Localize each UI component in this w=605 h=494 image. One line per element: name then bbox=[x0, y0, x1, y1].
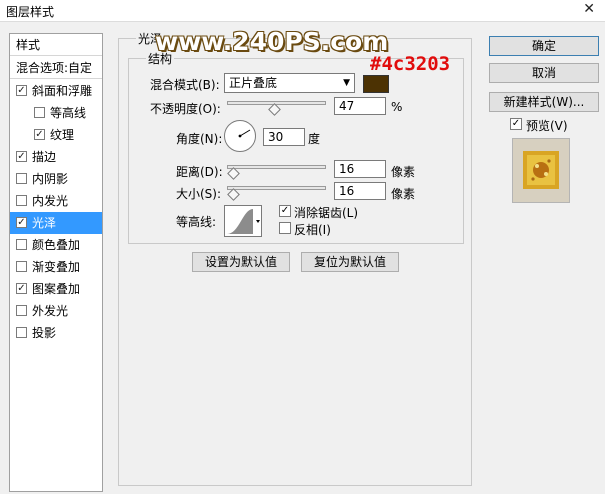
size-slider-track[interactable] bbox=[227, 186, 326, 190]
style-list-item[interactable]: 内阴影 bbox=[10, 168, 102, 190]
antialias-label: 消除锯齿(L) bbox=[294, 206, 359, 220]
invert-checkbox[interactable] bbox=[279, 222, 291, 234]
style-list-label: 斜面和浮雕 bbox=[32, 84, 93, 98]
satin-color-swatch[interactable] bbox=[363, 75, 389, 93]
check-icon: ✓ bbox=[35, 129, 44, 140]
reset-default-button[interactable]: 复位为默认值 bbox=[301, 252, 399, 272]
contour-picker[interactable] bbox=[224, 205, 262, 237]
style-list-label: 渐变叠加 bbox=[32, 260, 81, 274]
check-icon: ✓ bbox=[280, 205, 290, 216]
style-list-item[interactable]: 颜色叠加 bbox=[10, 234, 102, 256]
new-style-button[interactable]: 新建样式(W)... bbox=[489, 92, 599, 112]
style-list-checkbox[interactable] bbox=[16, 305, 27, 316]
style-list-item[interactable]: 内发光 bbox=[10, 190, 102, 212]
blend-mode-dropdown[interactable]: 正片叠底 ▼ bbox=[224, 73, 355, 93]
opacity-input[interactable]: 47 bbox=[334, 97, 386, 115]
cancel-button[interactable]: 取消 bbox=[489, 63, 599, 83]
style-list: 样式 混合选项:自定 ✓ 斜面和浮雕等高线 ✓ 纹理 ✓ 描边内阴影内发光 ✓ 光泽颜色叠加渐… bbox=[9, 33, 103, 492]
watermark-hex: #4c3203 bbox=[370, 53, 451, 75]
size-label: 大小(S): bbox=[176, 187, 222, 201]
style-list-checkbox[interactable] bbox=[16, 195, 27, 206]
style-list-checkbox[interactable]: ✓ bbox=[16, 217, 27, 228]
preview-checkbox[interactable]: ✓ bbox=[510, 118, 522, 130]
style-list-checkbox[interactable] bbox=[34, 107, 45, 118]
style-list-item[interactable]: ✓ 纹理 bbox=[10, 124, 102, 146]
angle-unit: 度 bbox=[308, 132, 321, 146]
contour-curve-icon bbox=[227, 209, 260, 234]
check-icon: ✓ bbox=[17, 85, 26, 96]
style-list-label: 外发光 bbox=[32, 304, 69, 318]
style-list-label: 等高线 bbox=[50, 106, 87, 120]
style-list-checkbox[interactable] bbox=[16, 173, 27, 184]
style-list-label: 投影 bbox=[32, 326, 57, 340]
style-list-label: 内发光 bbox=[32, 194, 69, 208]
check-icon: ✓ bbox=[17, 217, 26, 228]
style-preview-thumbnail bbox=[512, 138, 570, 203]
antialias-checkbox[interactable]: ✓ bbox=[279, 205, 291, 217]
style-list-checkbox[interactable] bbox=[16, 261, 27, 272]
check-icon: ✓ bbox=[17, 151, 26, 162]
chevron-down-icon: ▼ bbox=[343, 78, 350, 88]
invert-label: 反相(I) bbox=[294, 223, 331, 237]
ok-button[interactable]: 确定 bbox=[489, 36, 599, 56]
check-icon: ✓ bbox=[511, 118, 521, 129]
style-list-item[interactable]: ✓ 光泽 bbox=[10, 212, 102, 234]
style-list-checkbox[interactable]: ✓ bbox=[34, 129, 45, 140]
style-list-checkbox[interactable] bbox=[16, 239, 27, 250]
opacity-unit: % bbox=[391, 100, 403, 114]
close-icon[interactable]: ✕ bbox=[583, 1, 595, 17]
styles-header[interactable]: 样式 bbox=[10, 34, 102, 56]
style-list-label: 描边 bbox=[32, 150, 57, 164]
style-list-item[interactable]: 等高线 bbox=[10, 102, 102, 124]
distance-unit: 像素 bbox=[391, 165, 416, 179]
style-list-label: 图案叠加 bbox=[32, 282, 81, 296]
angle-dial[interactable] bbox=[224, 120, 256, 152]
angle-label: 角度(N): bbox=[176, 132, 223, 146]
check-icon: ✓ bbox=[17, 283, 26, 294]
watermark-url: www.240PS.com bbox=[155, 27, 389, 56]
angle-dial-needle bbox=[238, 129, 251, 138]
style-list-item[interactable]: ✓ 斜面和浮雕 bbox=[10, 80, 102, 102]
style-list-checkbox[interactable] bbox=[16, 327, 27, 338]
style-list-checkbox[interactable]: ✓ bbox=[16, 283, 27, 294]
style-list-label: 内阴影 bbox=[32, 172, 69, 186]
make-default-button[interactable]: 设置为默认值 bbox=[192, 252, 290, 272]
style-list-item[interactable]: 渐变叠加 bbox=[10, 256, 102, 278]
style-list-item[interactable]: 外发光 bbox=[10, 300, 102, 322]
style-list-checkbox[interactable]: ✓ bbox=[16, 151, 27, 162]
preview-label: 预览(V) bbox=[526, 119, 568, 133]
window-title: 图层样式 bbox=[6, 5, 55, 19]
size-unit: 像素 bbox=[391, 187, 416, 201]
contour-label: 等高线: bbox=[176, 215, 217, 229]
blend-options-item[interactable]: 混合选项:自定 bbox=[10, 57, 102, 79]
style-list-checkbox[interactable]: ✓ bbox=[16, 85, 27, 96]
blend-mode-label: 混合模式(B): bbox=[150, 78, 220, 92]
distance-slider-track[interactable] bbox=[227, 165, 326, 169]
distance-input[interactable]: 16 bbox=[334, 160, 386, 178]
style-list-item[interactable]: ✓ 描边 bbox=[10, 146, 102, 168]
opacity-label: 不透明度(O): bbox=[150, 102, 221, 116]
angle-input[interactable]: 30 bbox=[263, 128, 305, 146]
preview-swatch-icon bbox=[513, 139, 569, 202]
blend-mode-value: 正片叠底 bbox=[229, 76, 278, 90]
style-list-label: 纹理 bbox=[50, 128, 75, 142]
title-bar: 图层样式 ✕ bbox=[0, 0, 605, 22]
distance-label: 距离(D): bbox=[176, 165, 223, 179]
size-input[interactable]: 16 bbox=[334, 182, 386, 200]
style-list-label: 颜色叠加 bbox=[32, 238, 81, 252]
style-list-item[interactable]: 投影 bbox=[10, 322, 102, 344]
style-list-item[interactable]: ✓ 图案叠加 bbox=[10, 278, 102, 300]
style-list-label: 光泽 bbox=[32, 216, 57, 230]
